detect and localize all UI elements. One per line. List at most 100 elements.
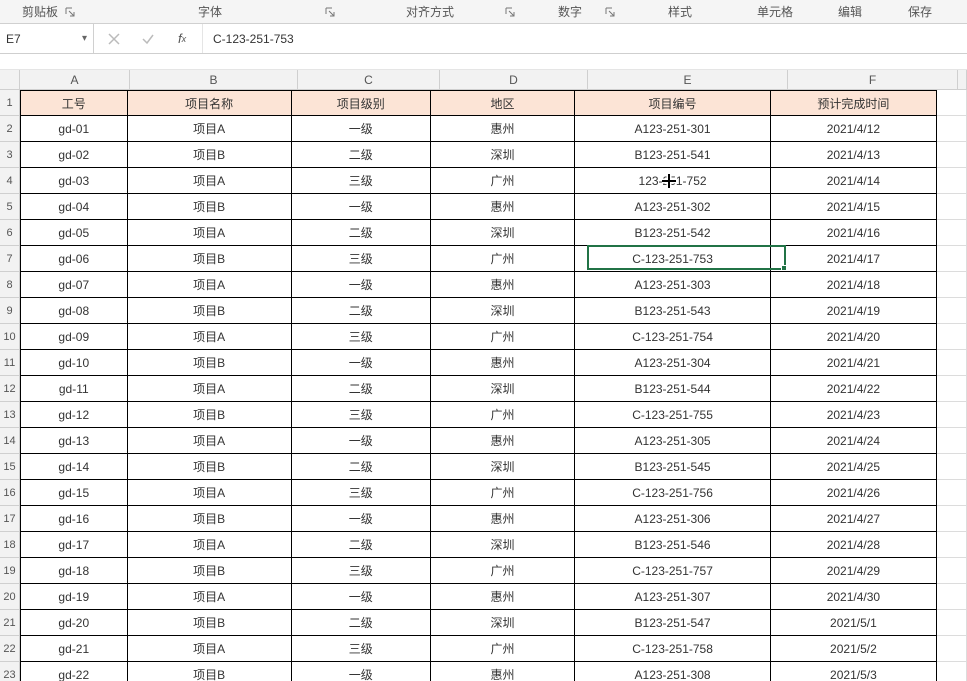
cell-B11[interactable]: 项目B [128,350,292,376]
cell-E16[interactable]: C-123-251-756 [575,480,771,506]
cell-B14[interactable]: 项目A [128,428,292,454]
row-header-13[interactable]: 13 [0,402,19,428]
cell-B12[interactable]: 项目A [128,376,292,402]
cell-D16[interactable]: 广州 [431,480,576,506]
cell-C6[interactable]: 二级 [292,220,431,246]
row-header-15[interactable]: 15 [0,454,19,480]
row-header-22[interactable]: 22 [0,636,19,662]
cell-B22[interactable]: 项目A [128,636,292,662]
cell-B3[interactable]: 项目B [128,142,292,168]
cell-D17[interactable]: 惠州 [431,506,576,532]
cell-extra[interactable] [937,532,967,558]
cell-D15[interactable]: 深圳 [431,454,576,480]
cell-F17[interactable]: 2021/4/27 [771,506,937,532]
cell-D9[interactable]: 深圳 [431,298,576,324]
cell-D5[interactable]: 惠州 [431,194,576,220]
cell-E1[interactable]: 项目编号 [575,90,771,116]
cell-F21[interactable]: 2021/5/1 [771,610,937,636]
cell-B9[interactable]: 项目B [128,298,292,324]
cell-B19[interactable]: 项目B [128,558,292,584]
cell-B4[interactable]: 项目A [128,168,292,194]
cell-D2[interactable]: 惠州 [431,116,576,142]
cells-area[interactable]: 工号项目名称项目级别地区项目编号预计完成时间gd-01项目A一级惠州A123-2… [20,90,967,681]
cell-B18[interactable]: 项目A [128,532,292,558]
row-header-16[interactable]: 16 [0,480,19,506]
name-box-input[interactable] [6,32,66,46]
cell-B5[interactable]: 项目B [128,194,292,220]
cell-E22[interactable]: C-123-251-758 [575,636,771,662]
row-header-4[interactable]: 4 [0,168,19,194]
cell-B8[interactable]: 项目A [128,272,292,298]
cell-extra[interactable] [937,584,967,610]
cell-E21[interactable]: B123-251-547 [575,610,771,636]
cell-C15[interactable]: 二级 [292,454,431,480]
cell-F16[interactable]: 2021/4/26 [771,480,937,506]
cell-F12[interactable]: 2021/4/22 [771,376,937,402]
cell-F8[interactable]: 2021/4/18 [771,272,937,298]
col-header-E[interactable]: E [588,70,788,89]
cell-D22[interactable]: 广州 [431,636,576,662]
cell-F14[interactable]: 2021/4/24 [771,428,937,454]
cell-D19[interactable]: 广州 [431,558,576,584]
cell-C17[interactable]: 一级 [292,506,431,532]
cell-A18[interactable]: gd-17 [20,532,128,558]
cell-F22[interactable]: 2021/5/2 [771,636,937,662]
col-header-A[interactable]: A [20,70,130,89]
fx-icon[interactable]: fx [174,31,190,47]
col-header-extra[interactable] [958,70,967,89]
cell-A17[interactable]: gd-16 [20,506,128,532]
cell-A15[interactable]: gd-14 [20,454,128,480]
cell-C22[interactable]: 三级 [292,636,431,662]
col-header-B[interactable]: B [130,70,298,89]
dialog-launcher-icon[interactable] [64,6,76,18]
cell-C5[interactable]: 一级 [292,194,431,220]
cell-extra[interactable] [937,480,967,506]
cell-extra[interactable] [937,610,967,636]
row-header-18[interactable]: 18 [0,532,19,558]
cell-A14[interactable]: gd-13 [20,428,128,454]
cell-C4[interactable]: 三级 [292,168,431,194]
cell-extra[interactable] [937,428,967,454]
cell-E23[interactable]: A123-251-308 [575,662,771,681]
cell-A2[interactable]: gd-01 [20,116,128,142]
cell-C1[interactable]: 项目级别 [292,90,431,116]
cell-C7[interactable]: 三级 [292,246,431,272]
enter-icon[interactable] [140,31,156,47]
cell-extra[interactable] [937,376,967,402]
cell-C20[interactable]: 一级 [292,584,431,610]
cell-extra[interactable] [937,272,967,298]
row-header-3[interactable]: 3 [0,142,19,168]
cell-extra[interactable] [937,662,967,681]
row-header-7[interactable]: 7 [0,246,19,272]
cell-D4[interactable]: 广州 [431,168,576,194]
cell-B1[interactable]: 项目名称 [128,90,292,116]
cell-F1[interactable]: 预计完成时间 [771,90,937,116]
cell-extra[interactable] [937,636,967,662]
cell-B15[interactable]: 项目B [128,454,292,480]
cell-E7[interactable]: C-123-251-753 [575,246,771,272]
cell-F13[interactable]: 2021/4/23 [771,402,937,428]
cell-F7[interactable]: 2021/4/17 [771,246,937,272]
cell-E2[interactable]: A123-251-301 [575,116,771,142]
cell-E9[interactable]: B123-251-543 [575,298,771,324]
cell-F9[interactable]: 2021/4/19 [771,298,937,324]
cell-extra[interactable] [937,142,967,168]
cell-D12[interactable]: 深圳 [431,376,576,402]
cell-F10[interactable]: 2021/4/20 [771,324,937,350]
cell-D1[interactable]: 地区 [431,90,576,116]
cell-C14[interactable]: 一级 [292,428,431,454]
row-header-1[interactable]: 1 [0,90,19,116]
cell-D6[interactable]: 深圳 [431,220,576,246]
cell-E12[interactable]: B123-251-544 [575,376,771,402]
cell-F23[interactable]: 2021/5/3 [771,662,937,681]
cell-C12[interactable]: 二级 [292,376,431,402]
row-header-8[interactable]: 8 [0,272,19,298]
row-header-21[interactable]: 21 [0,610,19,636]
cell-extra[interactable] [937,454,967,480]
row-header-19[interactable]: 19 [0,558,19,584]
cell-extra[interactable] [937,220,967,246]
cell-extra[interactable] [937,298,967,324]
cell-D8[interactable]: 惠州 [431,272,576,298]
cell-A9[interactable]: gd-08 [20,298,128,324]
cell-C11[interactable]: 一级 [292,350,431,376]
